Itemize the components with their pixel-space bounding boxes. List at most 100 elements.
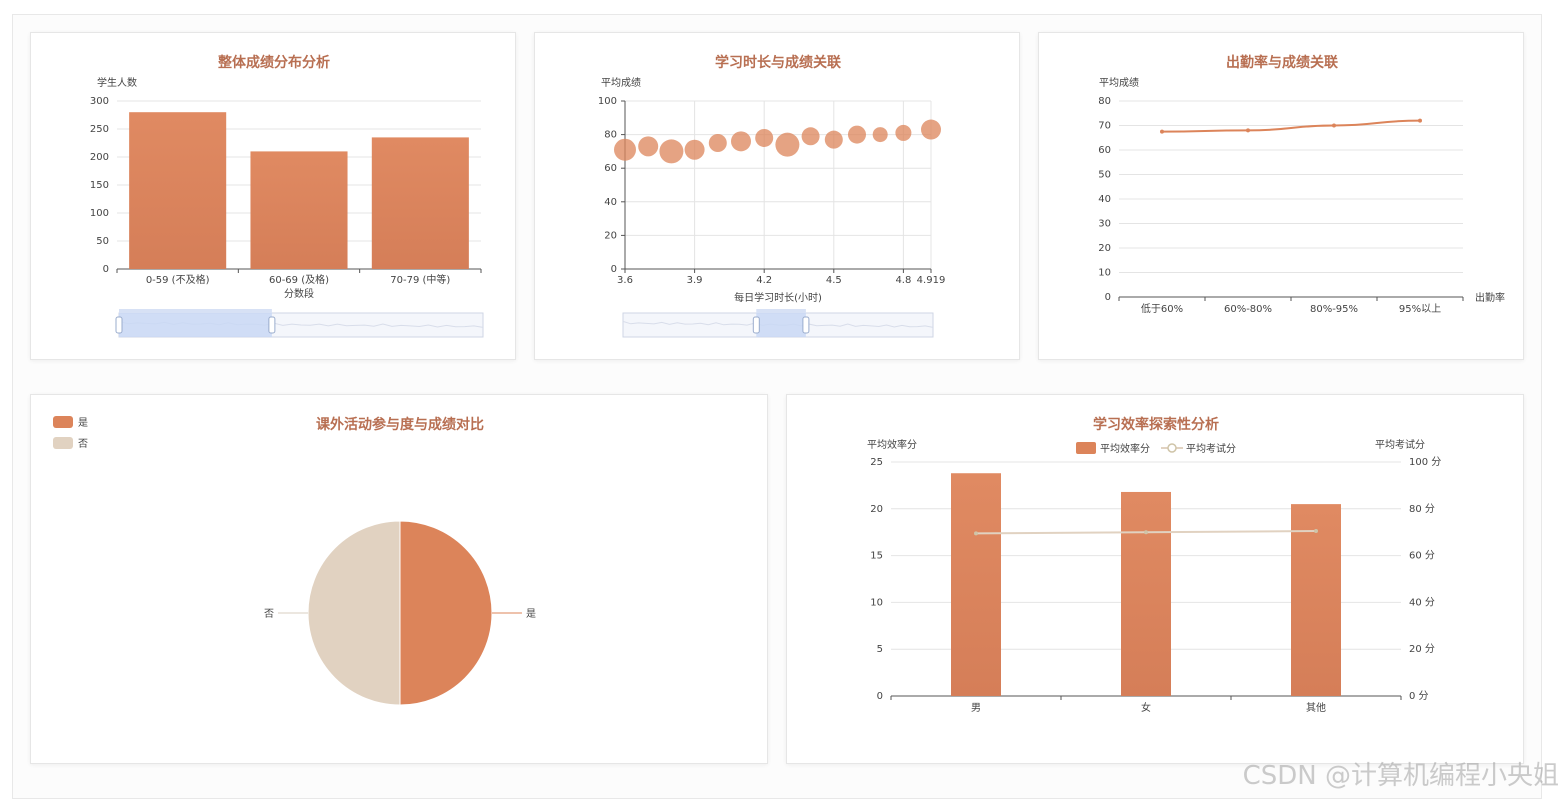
data-zoom-left-handle[interactable]: [752, 316, 760, 334]
scatter-point[interactable]: [895, 124, 912, 141]
card-study-time: 学习时长与成绩关联 平均成绩 0 20 40 60 80 100 3.6 3.9 4.2 4.5 4.8…: [534, 32, 1020, 360]
y-axis-name: 平均成绩: [1099, 76, 1139, 89]
scatter-point[interactable]: [684, 139, 705, 160]
y-tick-label: 40: [604, 197, 617, 208]
data-zoom-right-handle[interactable]: [802, 316, 810, 334]
legend-label[interactable]: 平均考试分: [1186, 442, 1236, 455]
scatter-point[interactable]: [755, 128, 774, 147]
scatter-point[interactable]: [872, 127, 888, 143]
legend-label[interactable]: 是: [78, 417, 88, 429]
y-tick-label: 40: [1098, 194, 1111, 205]
y-axis-name-left: 平均效率分: [867, 438, 917, 451]
y-tick-label: 250: [90, 124, 109, 135]
scatter-point[interactable]: [775, 132, 800, 157]
y-axis-name-right: 平均考试分: [1375, 438, 1425, 451]
chart-title: 出勤率与成绩关联: [1226, 54, 1339, 71]
y-tick-label: 60: [604, 163, 617, 174]
legend-marker[interactable]: [1167, 443, 1177, 453]
data-zoom-selected-range[interactable]: [119, 313, 272, 337]
legend-swatch[interactable]: [53, 437, 73, 449]
scatter-point[interactable]: [824, 130, 843, 149]
watermark: CSDN @计算机编程小央姐: [1242, 761, 1559, 791]
line-point[interactable]: [1314, 529, 1318, 534]
x-tick-label: 60-69 (及格): [269, 273, 329, 286]
bar[interactable]: [129, 112, 227, 269]
line-point[interactable]: [974, 531, 978, 536]
y-tick-label-right: 20 分: [1409, 643, 1435, 655]
data-zoom-top-bar[interactable]: [119, 309, 272, 313]
bar[interactable]: [250, 151, 348, 269]
y-tick-label-right: 0 分: [1409, 690, 1429, 702]
y-axis-name: 学生人数: [97, 76, 137, 89]
scatter-point[interactable]: [921, 119, 941, 140]
scatter-point[interactable]: [847, 125, 866, 144]
x-axis-name: 出勤率: [1475, 291, 1505, 304]
slice-label: 是: [526, 608, 536, 620]
legend-label[interactable]: 平均效率分: [1100, 442, 1150, 455]
chart-title: 学习效率探索性分析: [1093, 416, 1219, 433]
data-zoom-top-bar[interactable]: [756, 309, 806, 313]
y-tick-label: 80: [1098, 96, 1111, 107]
y-axis-name: 平均成绩: [601, 76, 641, 89]
scatter-point[interactable]: [730, 131, 751, 152]
line-point[interactable]: [1246, 128, 1250, 133]
line-point[interactable]: [1332, 123, 1336, 128]
series-line[interactable]: [1161, 119, 1421, 133]
x-tick-label: 0-59 (不及格): [146, 273, 210, 286]
y-tick-label: 20: [1098, 243, 1111, 254]
scatter-point[interactable]: [708, 134, 727, 152]
y-tick-label: 0: [611, 264, 617, 275]
y-tick-label: 70: [1098, 121, 1111, 132]
y-tick-label-right: 40 分: [1409, 596, 1435, 608]
x-tick-label: 低于60%: [1141, 302, 1183, 315]
x-axis-name: 分数段: [284, 287, 314, 300]
x-tick-label: 95%以上: [1399, 303, 1441, 315]
y-tick-label: 0: [1105, 292, 1111, 303]
y-tick-label-left: 25: [870, 457, 883, 468]
y-tick-label: 150: [90, 180, 109, 191]
bar[interactable]: [1121, 491, 1171, 696]
y-tick-label: 50: [96, 236, 109, 247]
line-point[interactable]: [1160, 129, 1164, 134]
x-tick-label: 4.5: [826, 275, 842, 286]
chart-title: 课外活动参与度与成绩对比: [316, 416, 484, 433]
y-tick-label-right: 60 分: [1409, 550, 1435, 562]
y-tick-label-left: 5: [877, 644, 883, 655]
legend-label[interactable]: 否: [78, 438, 88, 450]
data-zoom-right-handle[interactable]: [268, 316, 276, 334]
chart-svg: 整体成绩分布分析学生人数 0 50 100 150 200 250 300 0-59 (不及格)…: [90, 54, 484, 338]
pie-slice[interactable]: [307, 520, 401, 706]
y-tick-label-right: 80 分: [1409, 503, 1435, 515]
scatter-point[interactable]: [801, 127, 820, 146]
pie-slice[interactable]: [399, 520, 493, 706]
bar[interactable]: [951, 473, 1001, 696]
line-point[interactable]: [1144, 530, 1148, 535]
legend-swatch[interactable]: [1076, 442, 1096, 454]
scatter-point[interactable]: [614, 138, 636, 161]
scatter-point[interactable]: [638, 136, 659, 157]
y-tick-label: 200: [90, 152, 109, 163]
bar[interactable]: [371, 137, 469, 269]
y-tick-label: 80: [604, 130, 617, 141]
y-tick-label: 300: [90, 96, 109, 107]
data-zoom-left-handle[interactable]: [115, 316, 123, 334]
card-attendance: 出勤率与成绩关联 平均成绩 0 10 20 30 40 50 60 70 80 低于60% 60%-80…: [1038, 32, 1524, 360]
x-tick-label: 4.8: [895, 275, 911, 286]
y-tick-label: 100: [598, 96, 617, 107]
y-tick-label: 60: [1098, 145, 1111, 156]
chart-svg: 学习时长与成绩关联平均成绩 0 20 40 60 80 100 3.6 3.9 4.2 4.5 4.8…: [598, 54, 945, 338]
scatter-point[interactable]: [659, 139, 684, 164]
y-tick-label: 20: [604, 230, 617, 241]
legend-swatch[interactable]: [53, 416, 73, 428]
y-tick-label: 100: [90, 208, 109, 219]
x-tick-label: 80%-95%: [1310, 304, 1358, 315]
line-point[interactable]: [1418, 118, 1422, 123]
y-tick-label: 50: [1098, 170, 1111, 181]
card-efficiency: 学习效率探索性分析 平均效率分 平均考试分 平均效率分 平均考试分 0 0 分 5 20 分 10…: [786, 394, 1524, 764]
chart-svg: 课外活动参与度与成绩对比是否是否: [53, 416, 536, 706]
card-score-distribution: 整体成绩分布分析 学生人数 0 50 100 150 200 250 300 0-59 (不及格)…: [30, 32, 516, 360]
slice-label: 否: [264, 608, 274, 620]
y-tick-label: 30: [1098, 219, 1111, 230]
y-tick-label-left: 20: [870, 504, 883, 515]
data-zoom-selected-range[interactable]: [756, 313, 806, 337]
